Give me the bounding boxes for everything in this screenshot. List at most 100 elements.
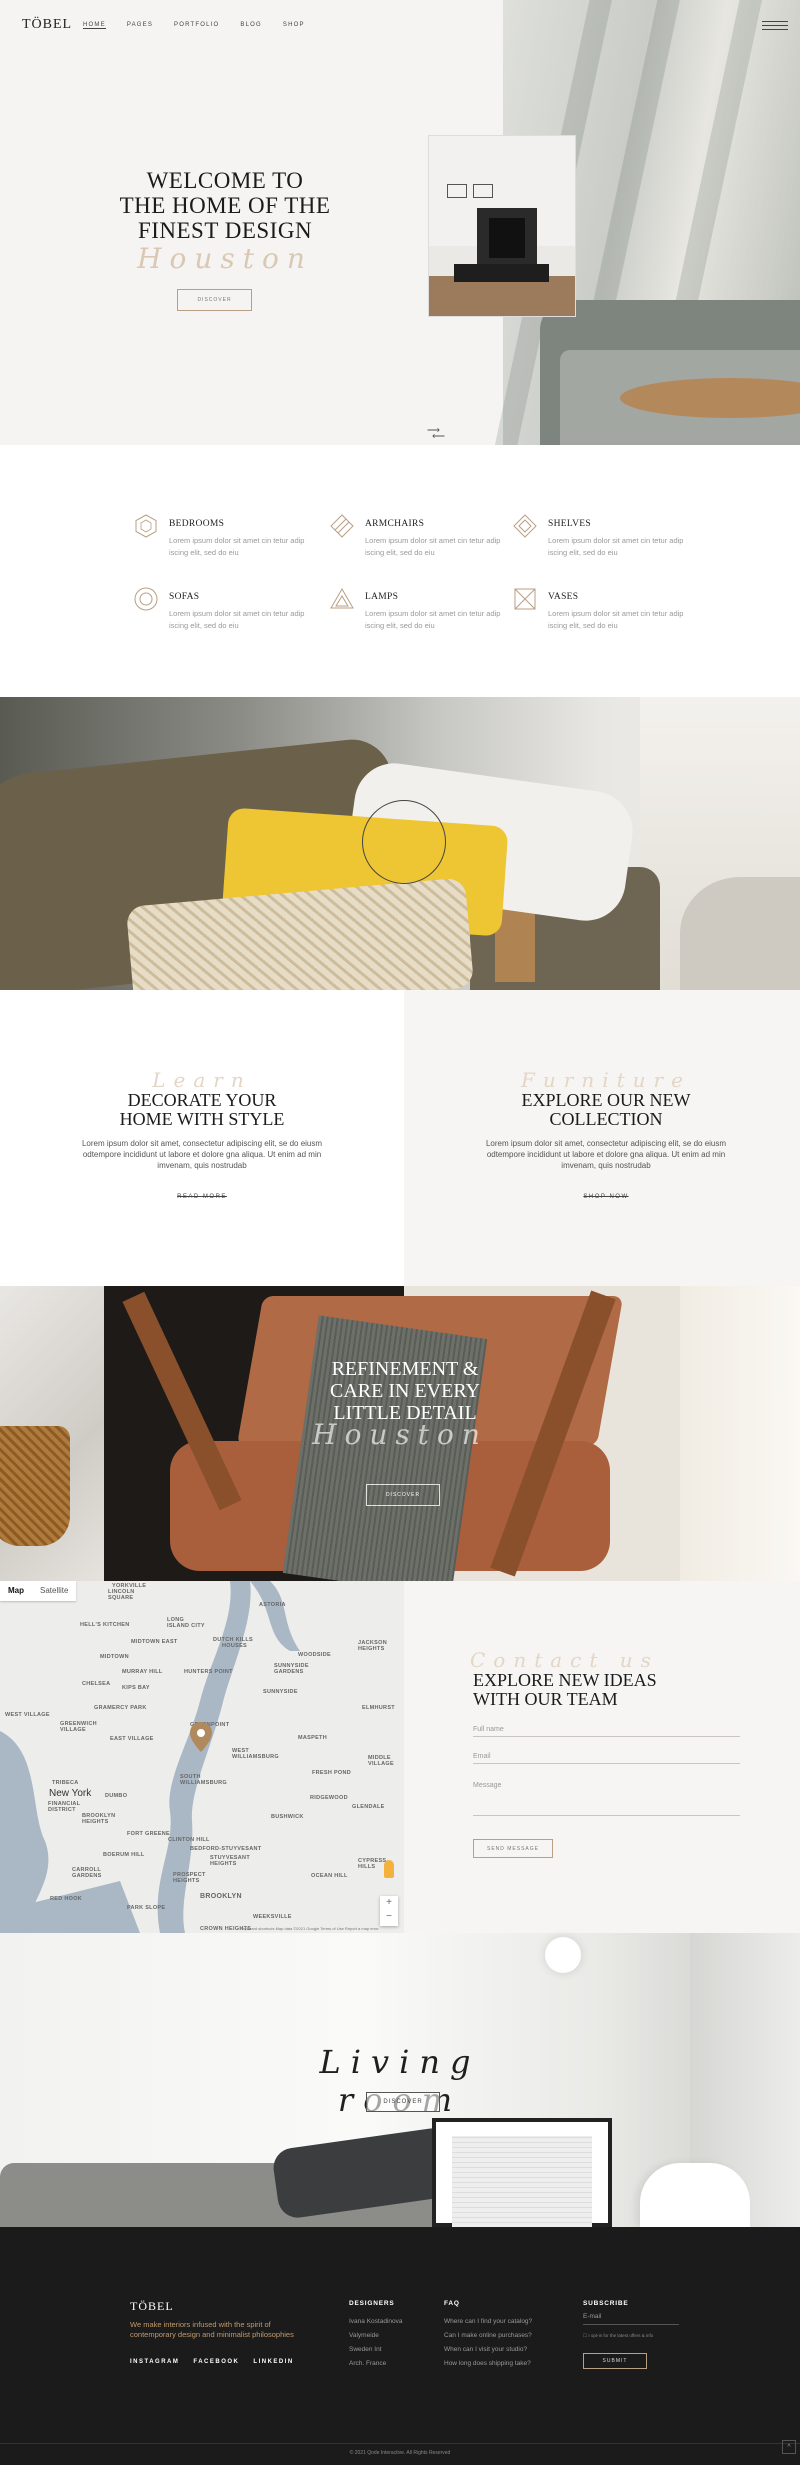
street-view-pegman-icon[interactable] (384, 1860, 394, 1878)
prev-arrow-icon[interactable]: ⟶ (427, 431, 445, 441)
map-label: CARROLL GARDENS (72, 1867, 102, 1879)
map-zoom-controls[interactable]: + − (380, 1896, 398, 1926)
banner-play-circle[interactable] (362, 800, 446, 884)
footer-designers-list: Ivana Kostadinova Valymeide Sweden Int A… (349, 2315, 402, 2371)
promo-title-line: COLLECTION (549, 1109, 663, 1129)
category-vases[interactable]: VASES Lorem ipsum dolor sit amet cin tet… (512, 586, 702, 636)
wicker-basket (0, 1426, 70, 1546)
footer-faq-heading: FAQ (444, 2300, 460, 2307)
living-discover-button[interactable]: DISCOVER (366, 2092, 440, 2112)
chair-banner-script: Houston (312, 1418, 488, 1451)
hamburger-menu-icon[interactable] (762, 21, 788, 31)
footer-faq-link[interactable]: When can I visit your studio? (444, 2343, 532, 2357)
promo-left-script: Learn (152, 1068, 252, 1092)
google-map[interactable]: Map Satellite YORKVILLE LINCOLN SQUARE A… (0, 1581, 404, 1933)
footer-designer-link[interactable]: Sweden Int (349, 2343, 402, 2357)
map-label: FRESH POND (312, 1770, 352, 1776)
footer-designer-link[interactable]: Valymeide (349, 2329, 402, 2343)
category-shelves[interactable]: SHELVES Lorem ipsum dolor sit amet cin t… (512, 513, 702, 563)
map-label: FINANCIAL DISTRICT (48, 1801, 81, 1813)
map-label: CLINTON HILL (168, 1837, 210, 1843)
promo-right-script: Furniture (521, 1068, 691, 1092)
map-label: SUNNYSIDE (263, 1689, 298, 1695)
main-nav: HOME PAGES PORTFOLIO BLOG SHOP (83, 22, 326, 29)
hero-title-line: WELCOME TO (146, 168, 304, 193)
footer-divider (0, 2443, 800, 2444)
footer-faq-link[interactable]: Can I make online purchases? (444, 2329, 532, 2343)
chair-title-line: CARE IN EVERY (330, 1380, 480, 1402)
chair-discover-button[interactable]: DISCOVER (366, 1484, 440, 1506)
map-label: STUYVESANT HEIGHTS (210, 1855, 250, 1867)
satellite-tab[interactable]: Satellite (32, 1581, 76, 1601)
map-label: TRIBECA (52, 1780, 79, 1786)
banner-wall-shadow (680, 877, 800, 990)
circle-icon (134, 587, 158, 611)
categories-section: BEDROOMS Lorem ipsum dolor sit amet cin … (0, 445, 800, 697)
map-label: OCEAN HILL (311, 1873, 348, 1879)
nav-home[interactable]: HOME (83, 22, 106, 29)
category-sofas[interactable]: SOFAS Lorem ipsum dolor sit amet cin tet… (133, 586, 323, 636)
footer-designer-link[interactable]: Ivana Kostadinova (349, 2315, 402, 2329)
nav-pages[interactable]: PAGES (127, 22, 153, 29)
shop-now-link[interactable]: SHOP NOW (456, 1194, 756, 1200)
nav-blog[interactable]: BLOG (240, 22, 261, 29)
send-message-button[interactable]: SEND MESSAGE (473, 1839, 553, 1858)
promo-title-line: DECORATE YOUR (127, 1090, 277, 1110)
map-label: CYPRESS HILLS (358, 1858, 387, 1870)
facebook-link[interactable]: FACEBOOK (193, 2359, 239, 2365)
map-label: RED HOOK (50, 1896, 83, 1902)
footer-designer-link[interactable]: Arch. France (349, 2357, 402, 2371)
nav-portfolio[interactable]: PORTFOLIO (174, 22, 219, 29)
read-more-link[interactable]: READ MORE (52, 1194, 352, 1200)
footer-logo[interactable]: TÖBEL (130, 2299, 174, 2314)
hero-discover-button[interactable]: DISCOVER (177, 289, 252, 311)
living-chair (640, 2163, 750, 2227)
category-title: LAMPS (365, 592, 399, 602)
map-label: JACKSON HEIGHTS (358, 1640, 387, 1652)
map-label: MASPETH (298, 1735, 327, 1741)
opt-in-label: I opt-in for the latest offers & info (588, 2333, 654, 2338)
full-name-field[interactable]: Full name (473, 1726, 740, 1737)
opt-in-checkbox[interactable]: ☐ I opt-in for the latest offers & info (583, 2333, 653, 2339)
instagram-link[interactable]: INSTAGRAM (130, 2359, 179, 2365)
inset-table (454, 264, 549, 282)
slider-arrows[interactable]: ⟶ ⟶ (427, 426, 445, 442)
back-to-top-icon[interactable]: ^ (782, 2440, 796, 2454)
nav-shop[interactable]: SHOP (283, 22, 305, 29)
location-pin-icon[interactable] (190, 1722, 212, 1752)
map-label: CHELSEA (82, 1681, 111, 1687)
subscribe-submit-button[interactable]: SUBMIT (583, 2353, 647, 2369)
footer-faq-link[interactable]: How long does shipping take? (444, 2357, 532, 2371)
map-label: LINCOLN SQUARE (108, 1589, 135, 1601)
category-text: Lorem ipsum dolor sit amet cin tetur adi… (365, 536, 501, 557)
checkbox-icon[interactable]: ☐ (583, 2333, 587, 2338)
shop-now-label: SHOP NOW (583, 1194, 629, 1200)
category-text: Lorem ipsum dolor sit amet cin tetur adi… (548, 609, 684, 630)
map-label: MURRAY HILL (122, 1669, 163, 1675)
subscribe-email-input[interactable]: E-mail (583, 2313, 679, 2325)
category-bedrooms[interactable]: BEDROOMS Lorem ipsum dolor sit amet cin … (133, 513, 323, 563)
category-text: Lorem ipsum dolor sit amet cin tetur adi… (169, 536, 305, 557)
promo-title-line: HOME WITH STYLE (119, 1109, 285, 1129)
zoom-out-icon[interactable]: − (380, 1910, 398, 1924)
map-label: MIDTOWN EAST (131, 1639, 178, 1645)
zoom-in-icon[interactable]: + (380, 1896, 398, 1910)
map-label: RIDGEWOOD (310, 1795, 348, 1801)
footer-faq-link[interactable]: Where can I find your catalog? (444, 2315, 532, 2329)
category-lamps[interactable]: LAMPS Lorem ipsum dolor sit amet cin tet… (329, 586, 519, 636)
contact-title: EXPLORE NEW IDEAS WITH OUR TEAM (473, 1671, 703, 1709)
contact-title-line: EXPLORE NEW IDEAS (473, 1670, 657, 1690)
map-label: GRAMERCY PARK (94, 1705, 147, 1711)
category-armchairs[interactable]: ARMCHAIRS Lorem ipsum dolor sit amet cin… (329, 513, 519, 563)
square-cross-icon (514, 588, 536, 610)
message-field[interactable]: Message (473, 1782, 740, 1816)
site-logo[interactable]: TÖBEL (22, 17, 72, 33)
email-field[interactable]: Email (473, 1753, 740, 1764)
promo-title-line: EXPLORE OUR NEW (521, 1090, 691, 1110)
linkedin-link[interactable]: LINKEDIN (253, 2359, 293, 2365)
chair-title-line: REFINEMENT & (331, 1358, 479, 1380)
map-attribution[interactable]: Keyboard shortcuts Map data ©2021 Google… (240, 1926, 379, 1931)
map-label: SUNNYSIDE GARDENS (274, 1663, 309, 1675)
footer-description: We make interiors infused with the spiri… (130, 2320, 294, 2339)
map-tab[interactable]: Map (0, 1581, 32, 1601)
